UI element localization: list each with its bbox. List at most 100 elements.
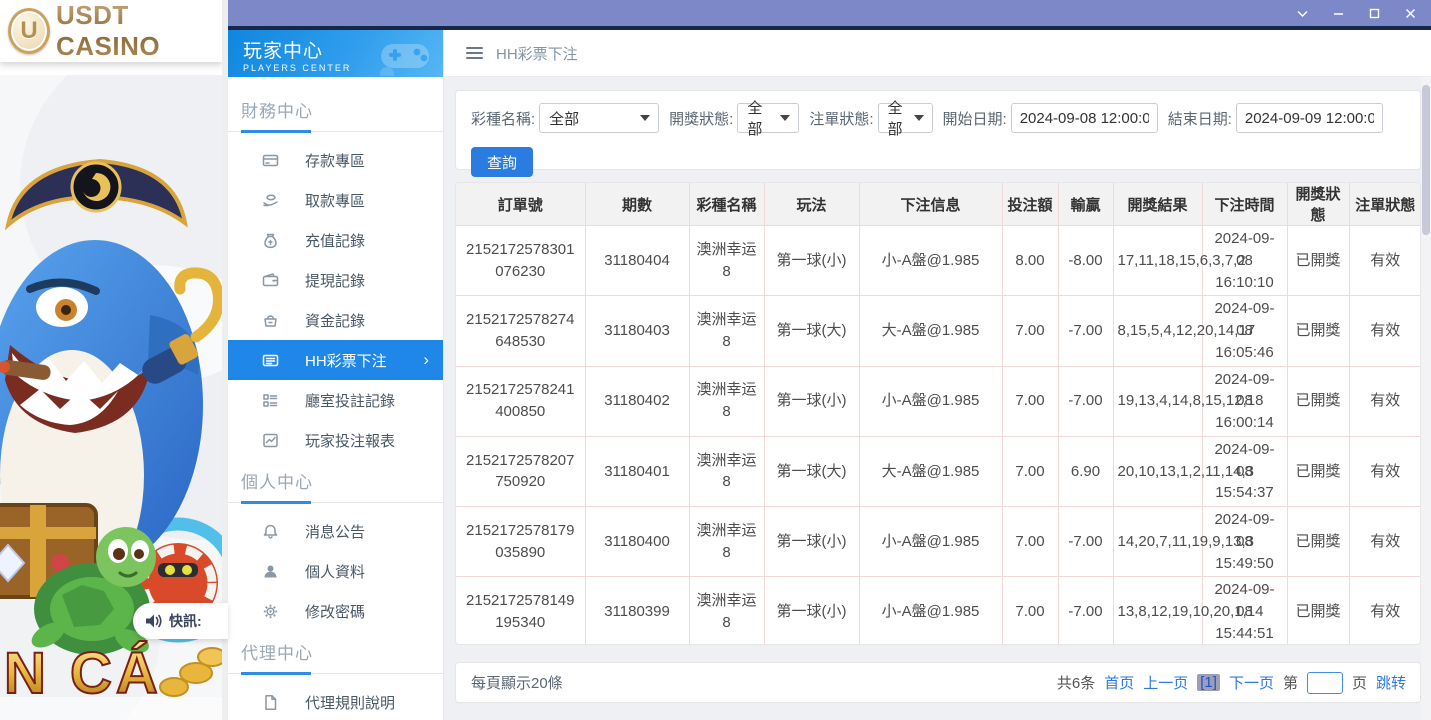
table-cell: -7.00 (1058, 577, 1113, 645)
hamburger-icon[interactable] (466, 47, 483, 59)
table-cell: 2152172578179035890 (456, 507, 585, 577)
user-icon (261, 562, 279, 580)
column-header: 開獎結果 (1113, 183, 1202, 226)
table-cell: -7.00 (1058, 507, 1113, 577)
table-cell: 小-A盤@1.985 (859, 507, 1002, 577)
table-cell: 小-A盤@1.985 (859, 226, 1002, 296)
list-icon (261, 391, 279, 409)
scrollbar-thumb[interactable] (1422, 85, 1430, 235)
table-cell: 澳洲幸运8 (689, 296, 764, 366)
gamepad-icon (375, 34, 435, 76)
table-cell: 第一球(大) (764, 296, 859, 366)
gear-icon (261, 602, 279, 620)
sidebar-item-report[interactable]: 玩家投注報表 (228, 420, 443, 460)
table-row: 215217257824140085031180402澳洲幸运8第一球(小)小-… (456, 366, 1421, 436)
bell-icon (261, 522, 279, 540)
column-header: 訂單號 (456, 183, 585, 226)
chevron-down-icon[interactable] (1295, 6, 1309, 20)
search-button[interactable]: 查詢 (471, 147, 533, 177)
chevron-right-icon: › (423, 350, 429, 370)
sidebar-item-gear[interactable]: 修改密碼 (228, 591, 443, 631)
table-cell: 2152172578241400850 (456, 366, 585, 436)
sidebar-item-ticket[interactable]: HH彩票下注› (228, 340, 443, 380)
ticker-label: 快訊: (169, 611, 202, 631)
sidebar-section-title: 財務中心 (228, 89, 443, 131)
first-page-link[interactable]: 首页 (1104, 672, 1134, 693)
table-cell: 第一球(大) (764, 436, 859, 506)
sidebar-item-bell[interactable]: 消息公告 (228, 511, 443, 551)
table-cell: 已開獎 (1287, 226, 1349, 296)
report-icon (261, 431, 279, 449)
draw-status-select[interactable]: 全部 (737, 103, 799, 133)
lottery-select[interactable]: 全部 (539, 103, 659, 133)
table-row: 215217257820775092031180401澳洲幸运8第一球(大)大-… (456, 436, 1421, 506)
table-cell: 已開獎 (1287, 436, 1349, 506)
page-jump-input[interactable] (1307, 672, 1343, 694)
column-header: 投注額 (1002, 183, 1058, 226)
svg-text:N CÁ: N CÁ (4, 641, 162, 706)
table-body: 215217257830107623031180404澳洲幸运8第一球(小)小-… (456, 226, 1421, 646)
sidebar-item-wallet[interactable]: 提現記錄 (228, 260, 443, 300)
sidebar-item-user[interactable]: 個人資料 (228, 551, 443, 591)
sidebar-menu: 財務中心存款專區取款專區充值記錄提現記錄資金記錄HH彩票下注›廳室投註記錄玩家投… (228, 77, 443, 720)
scrollbar[interactable] (1421, 77, 1431, 720)
main-content: HH彩票下注 彩種名稱: 全部 開獎狀態: 全部 注單狀態: 全部 開始日期: … (444, 30, 1431, 720)
table-cell: 第一球(小) (764, 577, 859, 645)
sidebar-item-withdraw-hand[interactable]: 取款專區 (228, 180, 443, 220)
table-header-row: 訂單號期數彩種名稱玩法下注信息投注額輸贏開獎結果下注時間開獎狀態注單狀態 (456, 183, 1421, 226)
sidebar: 玩家中心 PLAYERS CENTER 財務中心存款專區取款專區充值記錄提現記錄… (228, 30, 444, 720)
prev-page-link[interactable]: 上一页 (1143, 672, 1188, 693)
table-cell: -7.00 (1058, 366, 1113, 436)
sidebar-item-purse[interactable]: 資金記錄 (228, 300, 443, 340)
table-cell: 2152172578274648530 (456, 296, 585, 366)
jump-button[interactable]: 跳转 (1376, 672, 1406, 693)
section-divider (228, 673, 443, 674)
sidebar-item-deposit-card[interactable]: 存款專區 (228, 140, 443, 180)
next-page-link[interactable]: 下一页 (1229, 672, 1274, 693)
table-cell: 已開獎 (1287, 366, 1349, 436)
table-cell: 31180402 (585, 366, 689, 436)
table-cell: 7.00 (1002, 507, 1058, 577)
wallet-icon (261, 271, 279, 289)
news-ticker[interactable]: 快訊: (133, 603, 228, 639)
table-cell: 澳洲幸运8 (689, 436, 764, 506)
table-cell: 14,20,7,11,19,9,13,3 (1113, 507, 1202, 577)
table-cell: 有效 (1349, 296, 1421, 366)
table-cell: 澳洲幸运8 (689, 226, 764, 296)
sidebar-item-label: 玩家投注報表 (305, 430, 395, 451)
table-cell: 31180403 (585, 296, 689, 366)
table-cell: 2152172578301076230 (456, 226, 585, 296)
current-page-badge: [1] (1197, 674, 1220, 691)
coin-logo-icon: U (8, 8, 50, 54)
table-cell: 小-A盤@1.985 (859, 366, 1002, 436)
titlebar-underline (228, 26, 1431, 30)
start-date-label: 開始日期: (943, 108, 1007, 129)
order-status-label: 注單狀態: (809, 108, 873, 129)
table-cell: 有效 (1349, 507, 1421, 577)
minimize-icon[interactable] (1331, 6, 1345, 20)
table-cell: 已開獎 (1287, 507, 1349, 577)
sidebar-item-document[interactable]: 代理規則說明 (228, 682, 443, 720)
table-cell: 澳洲幸运8 (689, 366, 764, 436)
table-cell: 2152172578207750920 (456, 436, 585, 506)
order-status-select[interactable]: 全部 (878, 103, 933, 133)
maximize-icon[interactable] (1367, 6, 1381, 20)
bets-table: 訂單號期數彩種名稱玩法下注信息投注額輸贏開獎結果下注時間開獎狀態注單狀態 215… (456, 183, 1421, 645)
sidebar-item-label: 取款專區 (305, 190, 365, 211)
deposit-card-icon (261, 151, 279, 169)
ticket-icon (261, 351, 279, 369)
window-titlebar (228, 0, 1431, 26)
table-cell: 小-A盤@1.985 (859, 577, 1002, 645)
filter-panel: 彩種名稱: 全部 開獎狀態: 全部 注單狀態: 全部 開始日期: 結束日期: 查… (455, 90, 1421, 170)
purse-icon (261, 311, 279, 329)
table-cell: 6.90 (1058, 436, 1113, 506)
sidebar-item-list[interactable]: 廳室投註記錄 (228, 380, 443, 420)
table-cell: 20,10,13,1,2,11,14,3 (1113, 436, 1202, 506)
end-date-input[interactable] (1236, 103, 1383, 133)
close-icon[interactable] (1403, 6, 1417, 20)
sidebar-item-moneybag[interactable]: 充值記錄 (228, 220, 443, 260)
table-cell: 17,11,18,15,6,3,7,2 (1113, 226, 1202, 296)
sidebar-item-label: 充值記錄 (305, 230, 365, 251)
sidebar-item-label: 存款專區 (305, 150, 365, 171)
start-date-input[interactable] (1011, 103, 1158, 133)
